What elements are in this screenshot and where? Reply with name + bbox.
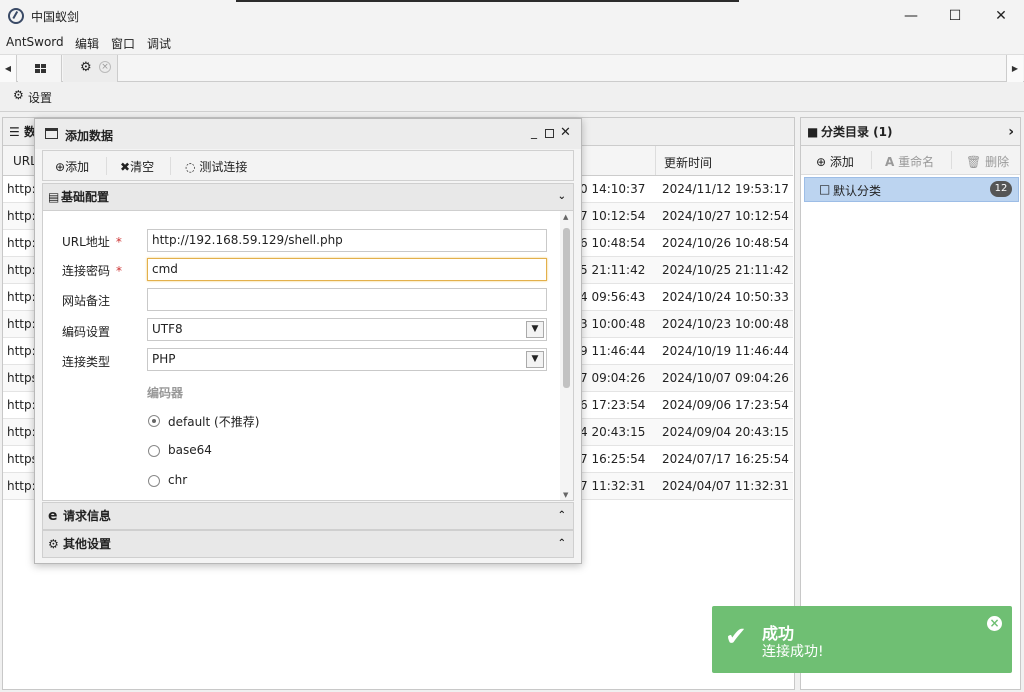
gear-icon: ⚙ [13,88,24,102]
category-item-default[interactable]: □ 默认分类 12 [804,177,1019,202]
encoder-base64-label[interactable]: base64 [168,443,212,457]
menu-edit[interactable]: 编辑 [75,35,99,52]
add-category-button[interactable]: ⊕ 添加 [816,153,854,170]
title-bar: 中国蚁剑 — ☐ ✕ [0,0,1024,32]
close-icon: ✖ [120,160,131,174]
type-label: 连接类型 [62,355,111,369]
antsword-logo-icon [8,8,24,24]
section-other-title: 其他设置 [63,537,112,551]
tab-scroll-right-button[interactable]: ▶ [1006,55,1023,82]
password-input[interactable]: cmd [147,258,547,281]
dialog-toolbar: ⊕添加 ✖清空 ◌ 测试连接 [42,150,574,181]
spinner-icon: ◌ [185,160,196,174]
encoding-label: 编码设置 [62,325,111,339]
check-icon: ✔ [725,622,747,652]
category-panel-title: 分类目录 (1) [821,125,893,139]
menu-debug[interactable]: 调试 [147,35,171,52]
chevron-up-icon: ⌃ [557,510,566,521]
add-data-dialog: 添加数据 _ ✕ ⊕添加 ✖清空 ◌ 测试连接 ▤ 基础配置 ⌄ URL地址 * … [34,118,582,564]
maximize-button[interactable]: ☐ [935,4,975,28]
success-toast: ✔ 成功 连接成功! × [712,606,1012,673]
encoding-select[interactable]: UTF8 ▼ [147,318,547,341]
password-label: 连接密码 * [62,264,123,278]
encoder-default-label[interactable]: default (不推荐) [168,413,259,430]
toast-message: 连接成功! [762,644,824,660]
section-other-header[interactable]: ⚙ 其他设置 ⌃ [42,530,574,558]
gear-icon: ⚙ [80,60,92,75]
menu-bar: AntSword 编辑 窗口 调试 [0,32,1024,54]
dialog-title: 添加数据 [65,129,114,143]
note-input[interactable] [147,288,547,311]
close-window-button[interactable]: ✕ [981,4,1021,28]
edge-icon: e [48,508,58,524]
trash-icon: 🗑 [966,155,982,169]
window-icon [45,128,58,139]
category-toolbar: ⊕ 添加 A 重命名 🗑 删除 [801,146,1020,175]
cogs-icon: ⚙ [48,537,59,551]
url-input[interactable]: http://192.168.59.129/shell.php [147,229,547,252]
delete-category-button[interactable]: 🗑 删除 [966,153,1009,170]
section-request-header[interactable]: e 请求信息 ⌃ [42,502,574,530]
menu-antsword[interactable]: AntSword [6,35,64,49]
test-connection-button[interactable]: ◌ 测试连接 [185,158,247,175]
dialog-close-button[interactable]: ✕ [560,125,571,140]
minimize-button[interactable]: — [891,4,931,28]
chevron-down-icon: ▼ [526,321,544,338]
folder-icon: ■ [807,125,819,139]
tab-home[interactable] [18,55,62,82]
encoder-chr-label[interactable]: chr [168,473,187,487]
url-label: URL地址 * [62,235,122,249]
plus-circle-icon: ⊕ [816,155,827,169]
col-header-updated[interactable]: 更新时间 [664,154,712,171]
chevron-down-icon: ⌄ [557,191,566,202]
encoder-default-radio[interactable] [148,415,160,427]
section-request-title: 请求信息 [63,509,112,523]
section-basic-config-header[interactable]: ▤ 基础配置 ⌄ [42,183,574,211]
folder-outline-icon: □ [819,182,831,196]
encoder-title: 编码器 [147,386,184,400]
type-select[interactable]: PHP ▼ [147,348,547,371]
settings-toolbar: ⚙ 设置 [0,82,1024,112]
rename-category-button[interactable]: A 重命名 [885,153,934,170]
category-count-badge: 12 [990,181,1012,197]
category-name: 默认分类 [833,184,882,198]
document-icon: ▤ [48,190,60,204]
basic-config-body: URL地址 * http://192.168.59.129/shell.php 连… [42,211,574,501]
chevron-up-icon: ⌃ [557,538,566,549]
add-button[interactable]: ⊕添加 [55,158,89,175]
scroll-thumb[interactable] [563,228,570,388]
encoder-base64-radio[interactable] [148,445,160,457]
window-title: 中国蚁剑 [31,10,80,24]
title-accent-line [236,0,739,2]
note-label: 网站备注 [62,294,111,308]
list-icon: ☰ [9,125,20,139]
encoder-chr-radio[interactable] [148,475,160,487]
font-icon: A [885,155,895,169]
tab-scroll-left-button[interactable]: ◀ [0,55,17,82]
chevron-down-icon: ▼ [526,351,544,368]
dialog-header: 添加数据 _ ✕ [35,119,581,149]
tab-strip: ◀ ⚙ × ▶ [0,54,1024,82]
grid-icon [35,64,46,73]
tab-close-button[interactable]: × [99,61,111,73]
plus-circle-icon: ⊕ [55,160,66,174]
category-panel: ■ 分类目录 (1) › ⊕ 添加 A 重命名 🗑 删除 □ 默认分类 12 [800,117,1021,690]
menu-window[interactable]: 窗口 [111,35,135,52]
settings-label[interactable]: 设置 [28,89,52,106]
dialog-minimize-button[interactable]: _ [531,125,537,139]
chevron-right-icon[interactable]: › [1008,118,1014,146]
tab-settings[interactable]: ⚙ × [63,55,118,82]
section-basic-title: 基础配置 [61,190,110,204]
category-panel-header: ■ 分类目录 (1) › [801,118,1020,146]
dialog-maximize-button[interactable] [545,129,554,138]
toast-close-button[interactable]: × [987,616,1002,631]
clear-button[interactable]: ✖清空 [120,158,154,175]
dialog-scrollbar[interactable]: ▲ ▼ [560,211,573,500]
